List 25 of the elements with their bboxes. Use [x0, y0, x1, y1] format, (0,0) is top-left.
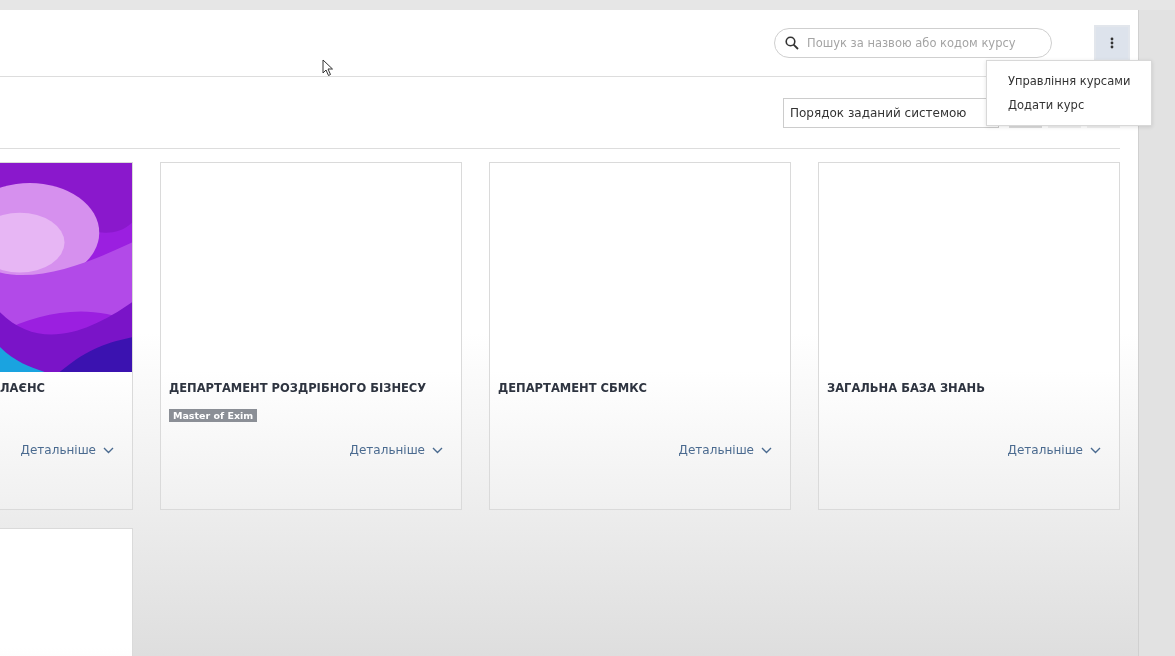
- pointer-icon: [322, 59, 334, 77]
- category-tag: Master of Exim: [169, 409, 258, 422]
- sort-dropdown[interactable]: Порядок заданий системою: [783, 97, 999, 128]
- more-button[interactable]: [1094, 25, 1130, 61]
- details-link[interactable]: Детальніше: [20, 443, 114, 457]
- menu-item[interactable]: Управління курсами: [987, 69, 1151, 93]
- scrollbar[interactable]: [1138, 10, 1175, 656]
- course-title[interactable]: ЗАГАЛЬНА БАЗА ЗНАНЬ: [819, 372, 1119, 395]
- course-card[interactable]: ЗАГАЛЬНА БАЗА ЗНАНЬ Детальніше: [818, 162, 1120, 510]
- chevron-down-icon: [103, 446, 114, 454]
- course-card[interactable]: ЛАЄНС Детальніше: [0, 162, 133, 510]
- chevron-down-icon: [432, 446, 443, 454]
- course-card[interactable]: ДЕПАРТАМЕНТ РОЗДРІБНОГО БІЗНЕСУ Master of Exim Детальніше: [160, 162, 462, 510]
- details-link[interactable]: Детальніше: [678, 443, 772, 457]
- course-title[interactable]: ДЕПАРТАМЕНТ РОЗДРІБНОГО БІЗНЕСУ: [161, 372, 461, 395]
- details-link[interactable]: Детальніше: [1007, 443, 1101, 457]
- details-link[interactable]: Детальніше: [349, 443, 443, 457]
- course-title[interactable]: ЛАЄНС: [0, 372, 132, 395]
- chevron-down-icon: [761, 446, 772, 454]
- search-icon: [785, 36, 799, 50]
- more-icon: [1110, 37, 1114, 49]
- search-field[interactable]: Пошук за назвою або кодом курсу: [774, 28, 1052, 58]
- chevron-down-icon: [1090, 446, 1101, 454]
- course-card[interactable]: ДЕПАРТАМЕНТ СБМКС Детальніше: [489, 162, 791, 510]
- course-title[interactable]: ДЕПАРТАМЕНТ СБМКС: [490, 372, 790, 395]
